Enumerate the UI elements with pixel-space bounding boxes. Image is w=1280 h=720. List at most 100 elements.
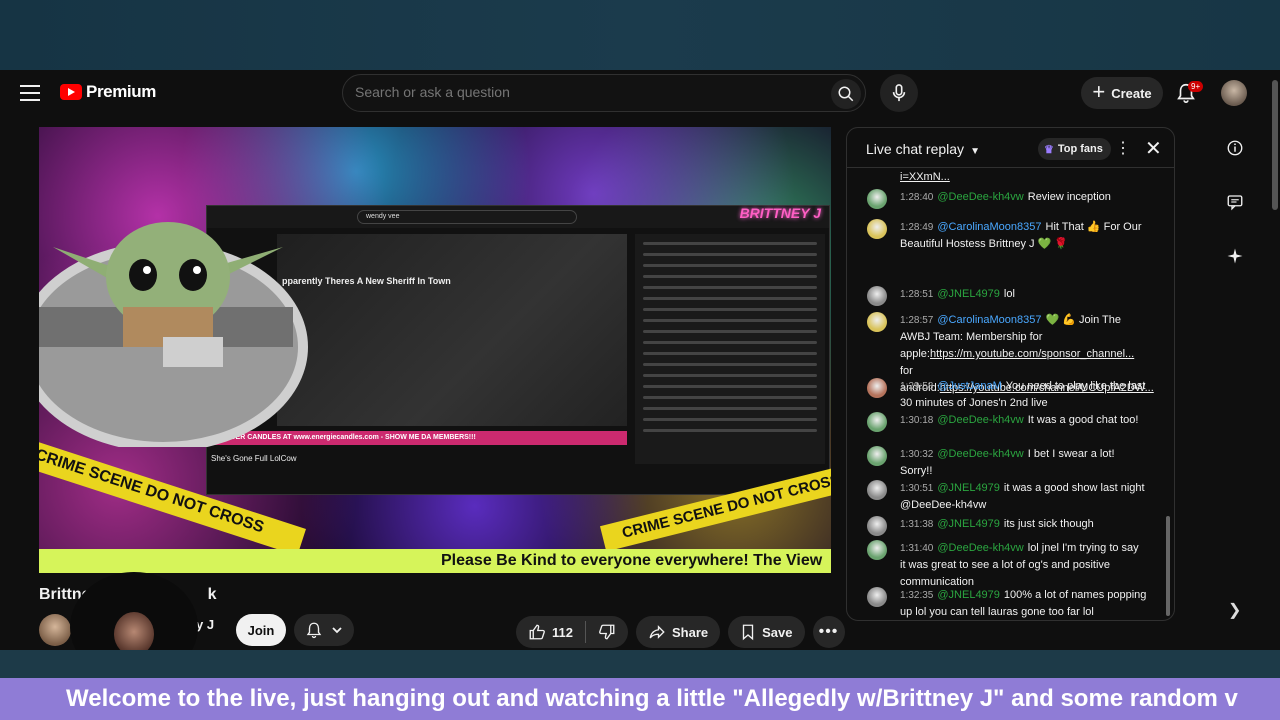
chat-author-avatar[interactable]: [867, 312, 887, 332]
chat-author-name[interactable]: @JNEL4979: [937, 589, 1000, 601]
page-scroll-thumb[interactable]: [1272, 80, 1278, 210]
chat-message-content: 1:31:40 @DeeDee-kh4vw lol jnel I'm trying …: [900, 540, 1147, 591]
chevron-right-icon[interactable]: ❯: [1228, 600, 1241, 620]
stream-overlay-bottom-strip: [0, 650, 1280, 678]
chat-author-avatar[interactable]: [867, 286, 887, 306]
subscription-bell-button[interactable]: [294, 614, 354, 646]
chat-message: 1:30:51 @JNEL4979 it was a good show last …: [867, 480, 1147, 514]
join-button[interactable]: Join: [236, 614, 286, 646]
chat-message-content: 1:31:38 @JNEL4979 its just sick though: [900, 516, 1147, 533]
chat-header: Live chat replay ▼ ♛ Top fans ⋮ ✕: [847, 128, 1174, 168]
chat-author-name[interactable]: @DeeDee-kh4vw: [937, 414, 1023, 426]
chat-author-name[interactable]: @CarolinaMoon8357: [937, 314, 1041, 326]
chat-author-avatar[interactable]: [867, 540, 887, 560]
search-icon: [838, 86, 854, 102]
notification-count-badge: 9+: [1188, 81, 1204, 92]
more-vertical-icon[interactable]: ⋮: [1115, 138, 1131, 158]
menu-icon[interactable]: [20, 85, 40, 101]
chat-message: 1:31:38 @JNEL4979 its just sick though: [867, 516, 1147, 536]
sparkle-icon[interactable]: [1224, 245, 1246, 267]
chat-timestamp: 1:28:49: [900, 222, 934, 233]
share-label: Share: [671, 624, 709, 640]
youtube-logo[interactable]: Premium: [60, 82, 156, 102]
chat-message-text: Review inception: [1027, 191, 1111, 203]
chat-message: 1:32:35 @JNEL4979 100% a lot of names popp…: [867, 587, 1147, 620]
close-icon[interactable]: ✕: [1145, 136, 1162, 161]
chat-author-name[interactable]: @JNEL4979: [937, 482, 1000, 494]
chat-author-name[interactable]: @DeeDee-kh4vw: [937, 542, 1023, 554]
chat-message-content: 1:28:40 @DeeDee-kh4vw Review inception: [900, 189, 1147, 206]
search-button[interactable]: [831, 79, 861, 109]
inner-video-title: She's Gone Full LolCow: [211, 454, 297, 463]
chat-scrollbar[interactable]: [1166, 516, 1170, 616]
more-horizontal-icon: •••: [818, 623, 839, 640]
save-button[interactable]: Save: [728, 616, 805, 648]
chevron-down-icon: [332, 627, 342, 634]
chat-message: 1:29:58 @JustJanaM You need to play like t…: [867, 378, 1147, 412]
chat-author-avatar[interactable]: [867, 587, 887, 607]
more-actions-button[interactable]: •••: [812, 616, 845, 648]
chat-timestamp: 1:28:51: [900, 289, 934, 300]
chat-author-avatar[interactable]: [867, 516, 887, 536]
channel-avatar[interactable]: [39, 614, 71, 646]
share-button[interactable]: Share: [635, 616, 721, 648]
chat-message: 1:28:40 @DeeDee-kh4vw Review inception: [867, 189, 1147, 209]
chat-author-name[interactable]: @JustJanaM: [937, 380, 1001, 392]
logo-text: Premium: [86, 82, 156, 101]
video-title-tail: k: [207, 586, 217, 603]
chat-title-text: Live chat replay: [866, 141, 965, 157]
inner-video: [277, 234, 627, 426]
chat-author-name[interactable]: @JNEL4979: [937, 518, 1000, 530]
chat-author-avatar[interactable]: [867, 189, 887, 209]
chat-message-text: its just sick though: [1003, 518, 1094, 530]
ticker-text: Please Be Kind to everyone everywhere! T…: [441, 552, 823, 569]
voice-search-button[interactable]: [880, 74, 918, 112]
chat-author-avatar[interactable]: [867, 412, 887, 432]
chat-timestamp: 1:30:18: [900, 415, 934, 426]
baby-yoda-sticker: [39, 222, 308, 447]
top-fans-label: Top fans: [1057, 143, 1103, 155]
chat-message-content: 1:29:58 @JustJanaM You need to play like t…: [900, 378, 1147, 412]
video-player[interactable]: wendy vee pparently Theres A New Sheriff…: [39, 127, 831, 573]
plus-icon: +: [1092, 79, 1106, 104]
chat-timestamp: 1:28:57: [900, 315, 934, 326]
chat-mode-dropdown[interactable]: Live chat replay ▼: [866, 141, 980, 157]
chat-link[interactable]: https://m.youtube.com/sponsor_channel...: [930, 348, 1134, 360]
masthead: Premium + Create 9+: [0, 70, 1270, 116]
account-avatar[interactable]: [1221, 80, 1247, 106]
chat-author-name[interactable]: @JNEL4979: [937, 288, 1000, 300]
chat-message-content: 1:30:32 @DeeDee-kh4vw I bet I swear a lot!…: [900, 446, 1147, 480]
create-button[interactable]: + Create: [1081, 77, 1163, 109]
marquee-text: Welcome to the live, just hanging out an…: [66, 685, 1238, 712]
chat-author-name[interactable]: @CarolinaMoon8357: [937, 221, 1041, 233]
chat-bubble-icon[interactable]: [1224, 191, 1246, 213]
thumbs-down-icon: [599, 624, 615, 640]
info-icon[interactable]: [1224, 137, 1246, 159]
chat-author-avatar[interactable]: [867, 446, 887, 466]
chat-author-avatar[interactable]: [867, 378, 887, 398]
chat-timestamp: 1:29:58: [900, 381, 934, 392]
chevron-down-icon: ▼: [970, 146, 980, 157]
inner-search-field: wendy vee: [357, 210, 577, 224]
chat-timestamp: 1:30:51: [900, 483, 934, 494]
top-fans-button[interactable]: ♛ Top fans: [1038, 138, 1111, 160]
like-button[interactable]: 112: [516, 616, 585, 648]
inner-chat-panel: [635, 234, 825, 464]
chat-message-content: 1:30:18 @DeeDee-kh4vw It was a good chat t…: [900, 412, 1147, 429]
dislike-button[interactable]: [586, 616, 628, 648]
chat-author-name[interactable]: @DeeDee-kh4vw: [937, 448, 1023, 460]
chat-message: 1:30:18 @DeeDee-kh4vw It was a good chat t…: [867, 412, 1147, 432]
chat-message: 1:28:49 @CarolinaMoon8357 Hit That 👍 For O…: [867, 219, 1147, 253]
page-scrollbar[interactable]: [1270, 70, 1280, 650]
search-box[interactable]: [342, 74, 866, 112]
channel-name[interactable]: y J: [196, 617, 214, 632]
chat-author-avatar[interactable]: [867, 219, 887, 239]
search-input[interactable]: [355, 84, 815, 100]
like-dislike-group: 112: [516, 616, 628, 648]
microphone-icon: [892, 84, 906, 102]
chat-timestamp: 1:31:38: [900, 519, 934, 530]
welcome-marquee: Welcome to the live, just hanging out an…: [0, 678, 1280, 720]
chat-message: 1:28:51 @JNEL4979 lol: [867, 286, 1147, 306]
chat-author-name[interactable]: @DeeDee-kh4vw: [937, 191, 1023, 203]
chat-author-avatar[interactable]: [867, 480, 887, 500]
